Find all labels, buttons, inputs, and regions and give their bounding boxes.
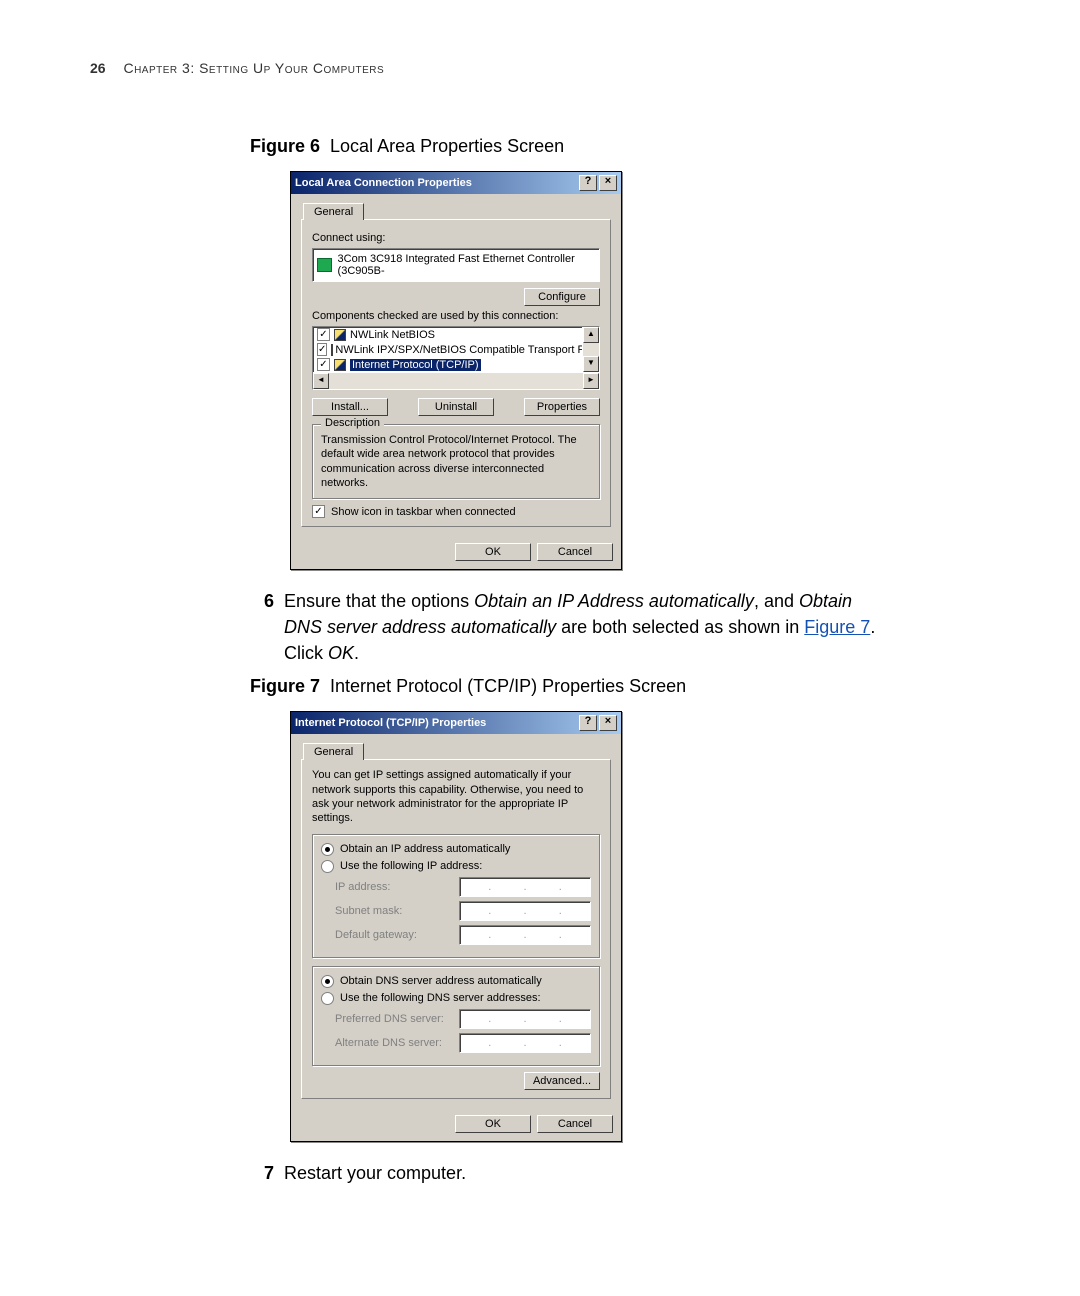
subnet-mask-field: Subnet mask: ...: [335, 901, 591, 921]
local-area-connection-dialog: Local Area Connection Properties ? × Gen…: [290, 171, 622, 570]
scroll-up-icon[interactable]: ▲: [583, 327, 599, 343]
default-gateway-field: Default gateway: ...: [335, 925, 591, 945]
components-listbox[interactable]: ✓ NWLink NetBIOS ✓ NWLink IPX/SPX/NetBIO…: [312, 326, 600, 390]
obtain-dns-label: Obtain DNS server address automatically: [340, 975, 542, 987]
page-number: 26: [90, 60, 106, 76]
scroll-left-icon[interactable]: ◄: [313, 373, 329, 389]
step-6: 6 Ensure that the options Obtain an IP A…: [250, 588, 890, 666]
page-header: 26 Chapter 3: Setting Up Your Computers: [90, 60, 990, 76]
radio-icon[interactable]: [321, 860, 334, 873]
figure-6-caption: Figure 6 Local Area Properties Screen: [250, 136, 990, 157]
radio-icon[interactable]: [321, 992, 334, 1005]
obtain-ip-radio-row[interactable]: Obtain an IP address automatically: [321, 843, 591, 856]
help-icon[interactable]: ?: [579, 175, 597, 191]
connect-using-label: Connect using:: [312, 232, 600, 244]
preferred-dns-field: Preferred DNS server: ...: [335, 1009, 591, 1029]
ok-button[interactable]: OK: [455, 543, 531, 561]
uninstall-button[interactable]: Uninstall: [418, 398, 494, 416]
step-number: 6: [250, 588, 274, 666]
cancel-button[interactable]: Cancel: [537, 543, 613, 561]
radio-icon[interactable]: [321, 843, 334, 856]
use-dns-radio-row[interactable]: Use the following DNS server addresses:: [321, 992, 591, 1005]
install-button[interactable]: Install...: [312, 398, 388, 416]
horizontal-scrollbar[interactable]: ◄ ►: [313, 372, 599, 389]
description-group: Description Transmission Control Protoco…: [312, 424, 600, 499]
properties-button[interactable]: Properties: [524, 398, 600, 416]
chapter-title: Chapter 3: Setting Up Your Computers: [123, 60, 384, 76]
ip-address-field: IP address: ...: [335, 877, 591, 897]
ok-button[interactable]: OK: [455, 1115, 531, 1133]
component-label: NWLink NetBIOS: [350, 329, 435, 341]
obtain-dns-radio-row[interactable]: Obtain DNS server address automatically: [321, 975, 591, 988]
list-item[interactable]: ✓ NWLink NetBIOS: [313, 327, 582, 342]
dialog-titlebar[interactable]: Local Area Connection Properties ? ×: [291, 172, 621, 194]
use-ip-radio-row[interactable]: Use the following IP address:: [321, 860, 591, 873]
obtain-ip-label: Obtain an IP address automatically: [340, 843, 510, 855]
advanced-button[interactable]: Advanced...: [524, 1072, 600, 1090]
figure-7-caption: Figure 7 Internet Protocol (TCP/IP) Prop…: [250, 676, 990, 697]
step-number: 7: [250, 1160, 274, 1186]
figure-6-text: Local Area Properties Screen: [330, 136, 564, 156]
close-icon[interactable]: ×: [599, 175, 617, 191]
checkbox-icon[interactable]: ✓: [312, 505, 325, 518]
scroll-down-icon[interactable]: ▼: [583, 356, 599, 372]
description-text: Transmission Control Protocol/Internet P…: [321, 433, 591, 490]
adapter-field: 3Com 3C918 Integrated Fast Ethernet Cont…: [312, 248, 600, 282]
list-item[interactable]: ✓ NWLink IPX/SPX/NetBIOS Compatible Tran…: [313, 342, 582, 357]
protocol-icon: [334, 329, 346, 341]
adapter-name: 3Com 3C918 Integrated Fast Ethernet Cont…: [338, 253, 595, 277]
tab-general[interactable]: General: [303, 743, 364, 760]
step-body: Restart your computer.: [284, 1160, 890, 1186]
step-7: 7 Restart your computer.: [250, 1160, 890, 1186]
tab-general[interactable]: General: [303, 203, 364, 220]
ip-address-group: Obtain an IP address automatically Use t…: [312, 834, 600, 958]
tcpip-properties-dialog: Internet Protocol (TCP/IP) Properties ? …: [290, 711, 622, 1141]
figure-7-link[interactable]: Figure 7: [804, 617, 870, 637]
component-label: NWLink IPX/SPX/NetBIOS Compatible Transp…: [335, 344, 582, 356]
dialog-title: Internet Protocol (TCP/IP) Properties: [295, 717, 486, 729]
close-icon[interactable]: ×: [599, 715, 617, 731]
show-icon-label: Show icon in taskbar when connected: [331, 506, 516, 518]
figure-6-label: Figure 6: [250, 136, 320, 156]
figure-7-text: Internet Protocol (TCP/IP) Properties Sc…: [330, 676, 686, 696]
intro-text: You can get IP settings assigned automat…: [312, 768, 600, 825]
vertical-scrollbar[interactable]: ▲ ▼: [582, 327, 599, 372]
dns-group: Obtain DNS server address automatically …: [312, 966, 600, 1066]
ip-input[interactable]: ...: [459, 877, 591, 897]
component-label: Internet Protocol (TCP/IP): [350, 359, 481, 371]
step-body: Ensure that the options Obtain an IP Add…: [284, 588, 890, 666]
list-item[interactable]: ✓ Internet Protocol (TCP/IP): [313, 357, 582, 372]
checkbox-icon[interactable]: ✓: [317, 358, 330, 371]
ip-input[interactable]: ...: [459, 925, 591, 945]
help-icon[interactable]: ?: [579, 715, 597, 731]
configure-button[interactable]: Configure: [524, 288, 600, 306]
nic-icon: [317, 258, 332, 272]
ip-input[interactable]: ...: [459, 1009, 591, 1029]
checkbox-icon[interactable]: ✓: [317, 328, 330, 341]
use-dns-label: Use the following DNS server addresses:: [340, 992, 541, 1004]
components-label: Components checked are used by this conn…: [312, 310, 600, 322]
scroll-right-icon[interactable]: ►: [583, 373, 599, 389]
figure-7-label: Figure 7: [250, 676, 320, 696]
radio-icon[interactable]: [321, 975, 334, 988]
use-ip-label: Use the following IP address:: [340, 860, 482, 872]
dialog-title: Local Area Connection Properties: [295, 177, 472, 189]
checkbox-icon[interactable]: ✓: [317, 343, 327, 356]
cancel-button[interactable]: Cancel: [537, 1115, 613, 1133]
show-icon-checkbox-row[interactable]: ✓ Show icon in taskbar when connected: [312, 505, 600, 518]
protocol-icon: [334, 359, 346, 371]
ip-input[interactable]: ...: [459, 901, 591, 921]
alternate-dns-field: Alternate DNS server: ...: [335, 1033, 591, 1053]
description-legend: Description: [321, 417, 384, 429]
ip-input[interactable]: ...: [459, 1033, 591, 1053]
dialog-titlebar[interactable]: Internet Protocol (TCP/IP) Properties ? …: [291, 712, 621, 734]
